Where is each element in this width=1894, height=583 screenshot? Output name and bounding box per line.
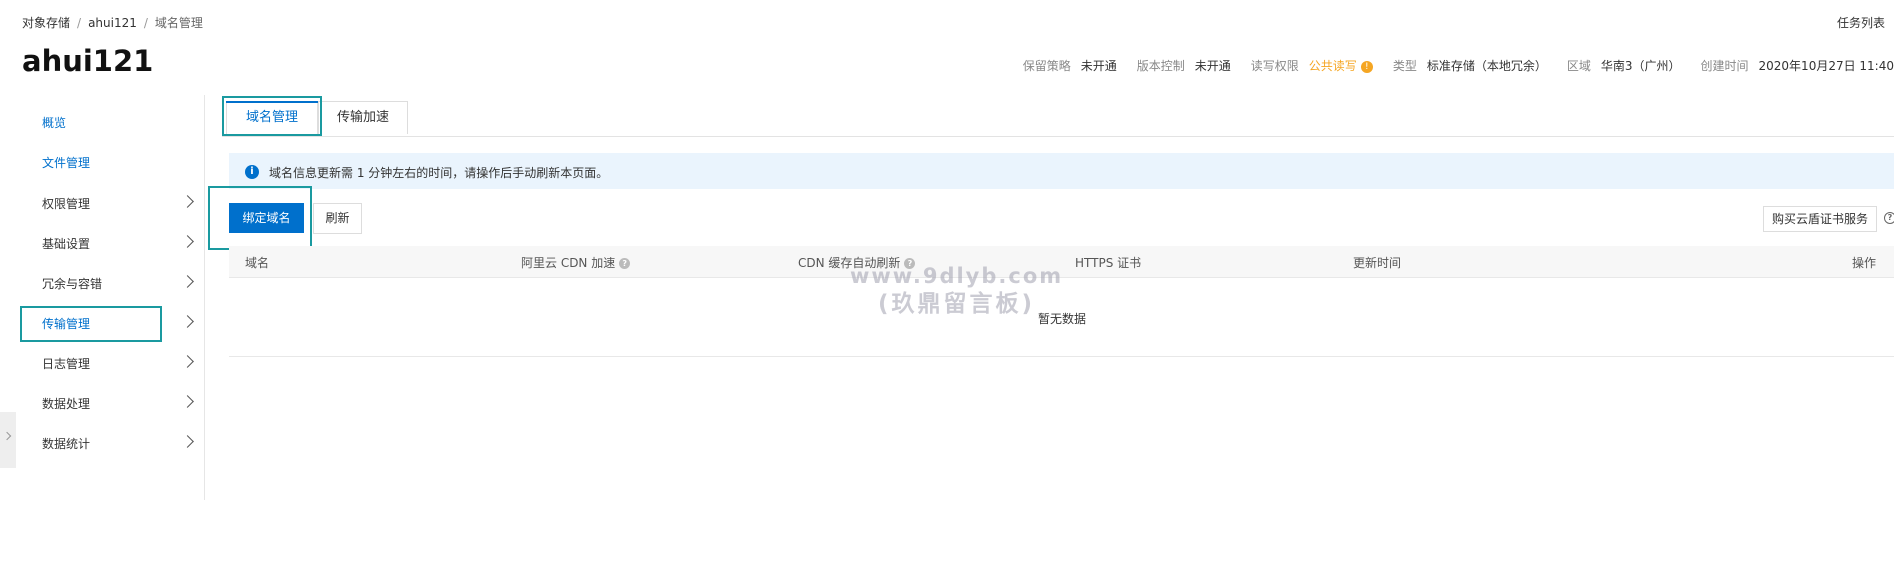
created-label: 创建时间 (1700, 59, 1749, 73)
sidebar-item-label: 日志管理 (42, 357, 91, 371)
column-header-actions: 操作 (1852, 256, 1877, 270)
sidebar-item-permissions[interactable]: 权限管理 (42, 194, 194, 214)
highlight-box (208, 186, 312, 250)
sidebar-item-label: 数据处理 (42, 397, 91, 411)
versioning-value: 未开通 (1194, 59, 1231, 73)
warning-icon[interactable]: ! (1360, 60, 1373, 73)
breadcrumb: 对象存储 / ahui121 / 域名管理 (22, 14, 203, 31)
column-header-https: HTTPS 证书 (1075, 256, 1142, 270)
created-value: 2020年10月27日 11:40 (1758, 59, 1894, 73)
acl-label: 读写权限 (1250, 59, 1299, 73)
versioning-label: 版本控制 (1136, 59, 1185, 73)
info-banner-text: 域名信息更新需 1 分钟左右的时间，请操作后手动刷新本页面。 (269, 166, 609, 180)
sidebar-item-label: 文件管理 (42, 156, 91, 170)
retention-label: 保留策略 (1022, 59, 1071, 73)
chevron-right-icon (2, 431, 12, 441)
highlight-box (20, 306, 162, 342)
help-icon[interactable]: ? (619, 258, 631, 269)
region-label: 区域 (1566, 59, 1591, 73)
watermark: www.9dlyb.com (玖鼎留言板) (850, 262, 1063, 318)
chevron-right-icon (181, 435, 194, 448)
chevron-right-icon (181, 235, 194, 248)
column-header-domain: 域名 (245, 256, 270, 270)
tabs-divider (222, 136, 1894, 137)
breadcrumb-object-storage[interactable]: 对象存储 (22, 16, 70, 30)
buy-certificate-button[interactable]: 购买云盾证书服务 (1763, 206, 1877, 232)
chevron-right-icon (181, 275, 194, 288)
info-icon: i (245, 165, 259, 179)
sidebar-collapse-handle[interactable] (0, 412, 16, 468)
sidebar-item-redundancy[interactable]: 冗余与容错 (42, 274, 194, 294)
acl-value-text: 公共读写 (1308, 59, 1357, 73)
chevron-right-icon (181, 395, 194, 408)
chevron-right-icon (181, 315, 194, 328)
watermark-url: www.9dlyb.com (850, 264, 1064, 288)
type-label: 类型 (1392, 59, 1417, 73)
breadcrumb-current: 域名管理 (154, 16, 203, 30)
sidebar-item-statistics[interactable]: 数据统计 (42, 434, 194, 454)
chevron-right-icon (181, 195, 194, 208)
bucket-meta: 保留策略 未开通 版本控制 未开通 读写权限 公共读写! 类型 标准存储（本地冗… (1023, 57, 1894, 74)
sidebar-item-label: 基础设置 (42, 237, 91, 251)
help-icon[interactable]: ? (1884, 212, 1894, 224)
column-header-cdn: 阿里云 CDN 加速? (521, 254, 631, 271)
sidebar-item-label: 权限管理 (42, 197, 91, 211)
column-header-updated: 更新时间 (1353, 256, 1402, 270)
page-title: ahui121 (22, 44, 154, 78)
task-list-link[interactable]: 任务列表 (1837, 14, 1894, 31)
sidebar-item-data-processing[interactable]: 数据处理 (42, 394, 194, 414)
sidebar-item-label: 数据统计 (42, 437, 91, 451)
table-bottom-border (229, 356, 1894, 357)
sidebar-item-basic-settings[interactable]: 基础设置 (42, 234, 194, 254)
highlight-box (222, 96, 322, 136)
tab-transfer-acceleration[interactable]: 传输加速 (318, 101, 408, 134)
column-header-label: 阿里云 CDN 加速 (521, 256, 616, 270)
watermark-name: (玖鼎留言板) (878, 291, 1036, 317)
retention-value: 未开通 (1080, 59, 1117, 73)
sidebar-item-label: 冗余与容错 (42, 277, 103, 291)
sidebar-item-overview[interactable]: 概览 (42, 113, 192, 133)
chevron-right-icon (181, 355, 194, 368)
sidebar-item-label: 概览 (42, 116, 67, 130)
info-banner: i 域名信息更新需 1 分钟左右的时间，请操作后手动刷新本页面。 (229, 153, 1894, 189)
breadcrumb-separator: / (77, 16, 82, 30)
breadcrumb-separator: / (143, 16, 148, 30)
sidebar: 概览 文件管理 权限管理 基础设置 冗余与容错 传输管理 日志管理 数据处理 数… (0, 95, 205, 500)
breadcrumb-bucket[interactable]: ahui121 (88, 16, 137, 30)
sidebar-item-files[interactable]: 文件管理 (42, 153, 192, 173)
region-value: 华南3（广州） (1600, 59, 1681, 73)
refresh-button[interactable]: 刷新 (313, 203, 362, 234)
type-value: 标准存储（本地冗余） (1426, 59, 1547, 73)
acl-value: 公共读写! (1309, 57, 1373, 74)
sidebar-item-logs[interactable]: 日志管理 (42, 354, 194, 374)
